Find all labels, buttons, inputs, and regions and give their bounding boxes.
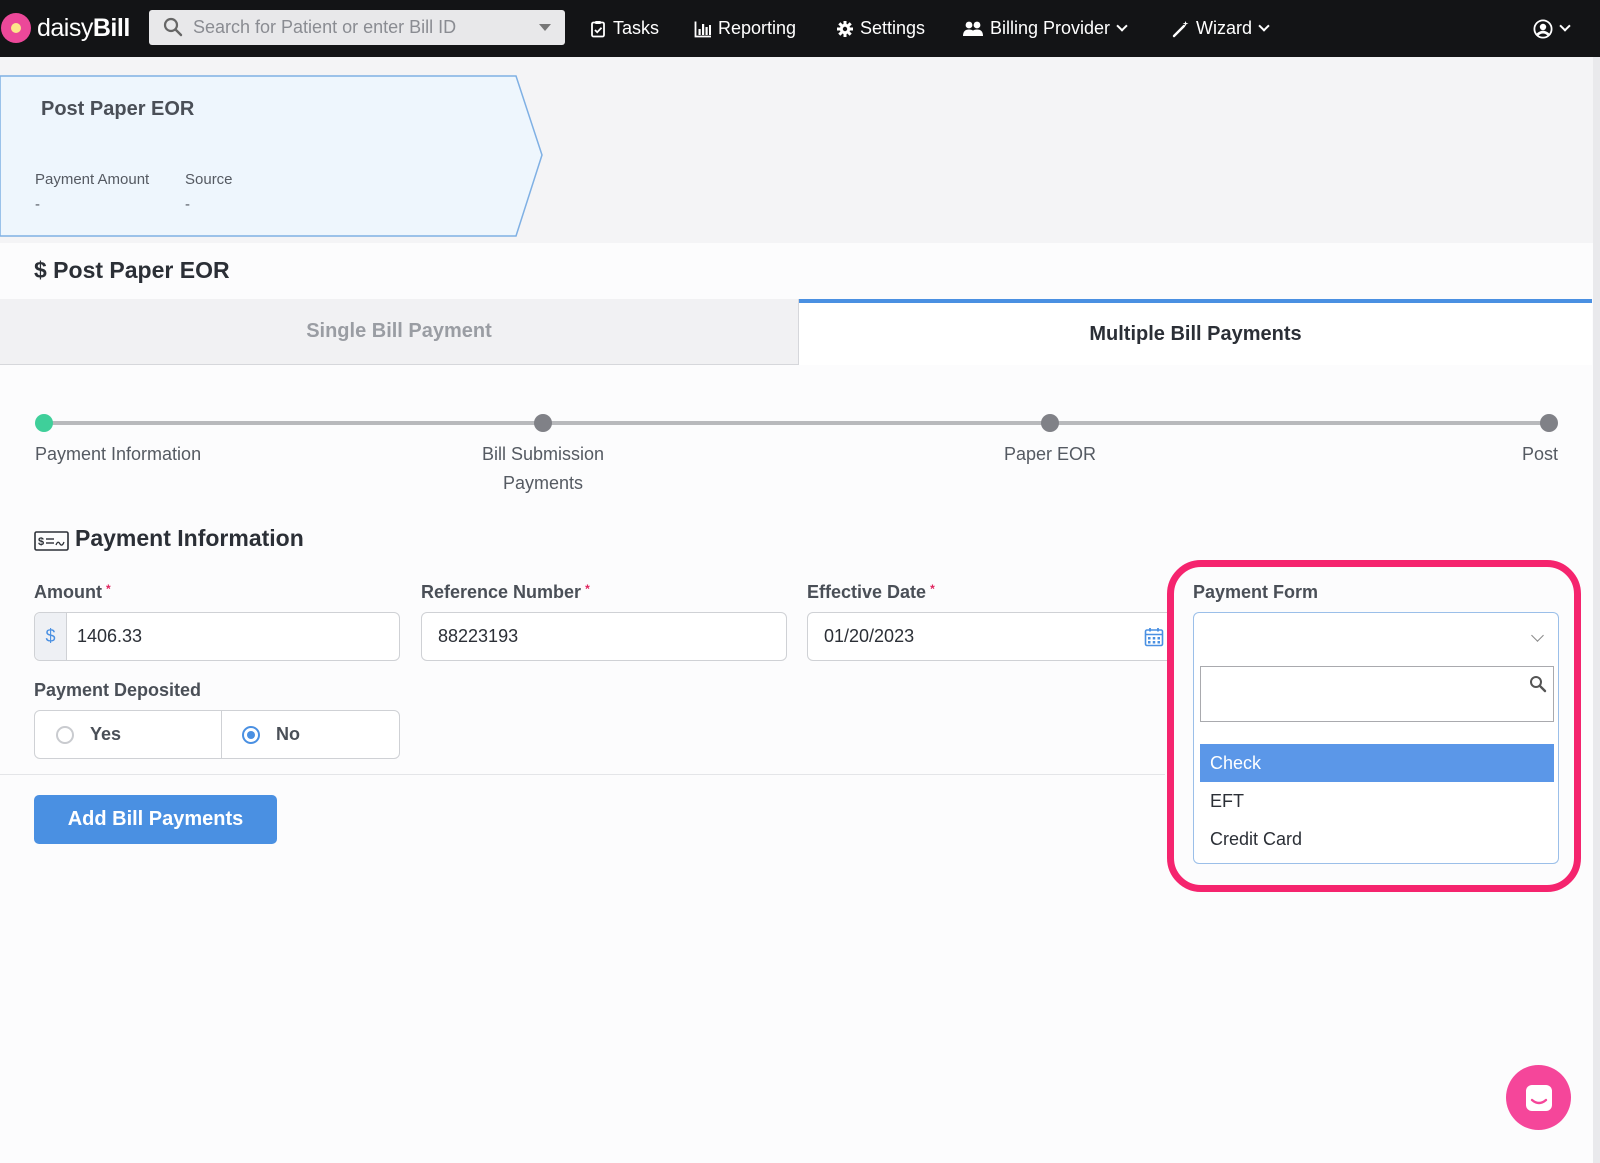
payment-form-option-credit-card[interactable]: Credit Card [1200,820,1554,858]
progress-track [44,421,1549,425]
user-circle-icon [1533,18,1553,39]
payment-deposited-label: Payment Deposited [34,680,202,700]
payment-amount-value: - [35,196,40,213]
search-dropdown-caret-icon[interactable] [539,24,551,31]
users-icon [963,21,983,36]
source-label: Source [185,171,233,188]
payment-deposited-yes-label: Yes [90,724,122,744]
step-card-title: Post Paper EOR [41,98,195,120]
daisybill-logo[interactable]: daisyBill [0,10,130,46]
amount-field[interactable]: $ [34,612,400,661]
progress-step-label-paper-eor: Paper EOR [1003,444,1097,464]
nav-tasks-label: Tasks [613,18,660,38]
reference-number-field[interactable] [421,612,787,661]
nav-reporting[interactable]: Reporting [694,0,796,57]
payment-form-label: Payment Form [1193,582,1319,602]
reference-number-label: Reference Number * [421,582,590,602]
dollar-prefix: $ [35,613,67,660]
gear-icon [837,20,853,37]
bar-chart-icon [694,21,711,37]
tab-multiple-bill-payments-label: Multiple Bill Payments [1089,322,1302,345]
payment-form-option-check[interactable]: Check [1200,744,1554,782]
chat-icon [1525,1084,1552,1111]
effective-date-field[interactable] [807,612,1173,661]
nav-tasks[interactable]: Tasks [589,0,659,57]
payment-form-search-input[interactable] [1207,667,1517,721]
payment-form-option-eft[interactable]: EFT [1200,782,1554,820]
payment-form-search-box[interactable] [1200,666,1554,722]
tab-single-bill-payment[interactable]: Single Bill Payment [0,299,799,365]
calendar-icon[interactable] [1144,627,1164,647]
nav-billing-provider[interactable]: Billing Provider [962,0,1128,57]
payment-deposited-no-label: No [276,724,300,744]
nav-settings-label: Settings [860,18,926,38]
amount-label: Amount * [34,582,111,602]
reference-number-input[interactable] [438,613,778,660]
page-title: $ Post Paper EOR [34,257,230,283]
form-divider [0,774,1165,775]
progress-step-label-line2: Payments [502,473,584,493]
section-title-payment-information: Payment Information [75,525,304,551]
nav-settings[interactable]: Settings [836,0,925,57]
patient-search-input[interactable] [193,10,513,45]
progress-step-label-bill-submission: Bill Submission Payments [443,440,643,498]
payment-form-select[interactable] [1193,612,1559,664]
chevron-down-icon [1258,20,1270,32]
effective-date-input[interactable] [824,613,1124,660]
add-bill-payments-button[interactable]: Add Bill Payments [34,795,277,844]
radio-divider [221,711,222,758]
progress-step-label-line1: Bill Submission [481,444,605,464]
top-navbar: daisyBill Tasks Reporting [0,0,1600,57]
chat-launcher-button[interactable] [1506,1065,1571,1130]
progress-step-dot-bill-submission-payments [534,414,552,432]
progress-step-label-post: Post [1521,444,1558,464]
payment-deposited-no[interactable]: No [242,711,300,758]
logo-text: daisyBill [37,13,130,42]
progress-step-dot-payment-information [35,414,53,432]
nav-billing-provider-label: Billing Provider [990,18,1111,38]
svg-text:$: $ [38,536,44,548]
progress-step-label-payment-information: Payment Information [35,444,202,464]
search-icon [1530,676,1547,693]
payment-deposited-yes[interactable]: Yes [56,711,121,758]
window-edge [1593,57,1600,1163]
daisy-flower-icon [1,13,31,43]
radio-checked-icon[interactable] [242,725,260,744]
patient-search-box[interactable] [149,10,565,45]
payment-amount-label: Payment Amount [35,171,150,188]
chevron-down-icon [1116,20,1128,32]
payment-deposited-radio-group: Yes No [34,710,400,759]
progress-step-dot-paper-eor [1041,414,1059,432]
payment-form-dropdown-menu: Check EFT Credit Card [1193,663,1559,864]
clipboard-icon [591,20,605,37]
magic-wand-icon [1172,20,1189,37]
nav-reporting-label: Reporting [718,18,797,38]
money-bill-icon: $ [34,531,69,551]
chevron-down-icon [1559,20,1571,32]
source-value: - [185,196,190,213]
radio-unchecked-icon[interactable] [56,725,74,744]
tab-multiple-bill-payments[interactable]: Multiple Bill Payments [799,299,1592,365]
nav-wizard[interactable]: Wizard [1172,0,1270,57]
nav-wizard-label: Wizard [1196,18,1253,38]
effective-date-label: Effective Date * [807,582,935,602]
chevron-down-icon[interactable] [1531,629,1544,642]
user-menu[interactable] [1533,0,1571,57]
tab-single-bill-payment-label: Single Bill Payment [306,320,492,342]
progress-step-dot-post [1540,414,1558,432]
amount-input[interactable] [77,613,387,660]
search-icon [163,17,183,37]
